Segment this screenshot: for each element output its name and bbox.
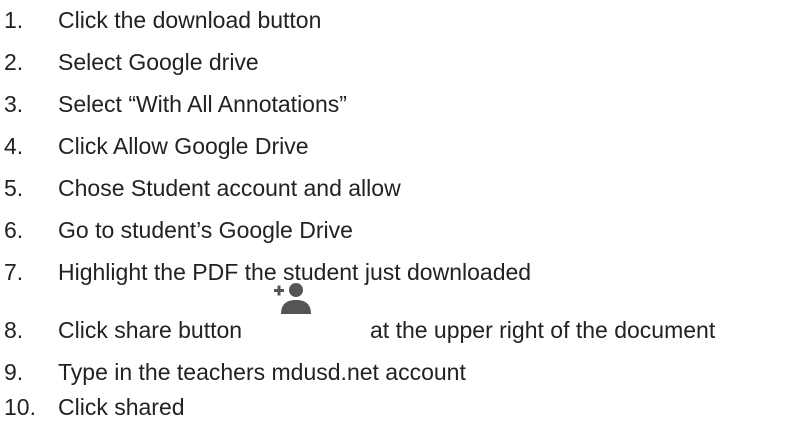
step-number: 4. [4, 133, 24, 159]
step-number: 6. [4, 217, 24, 243]
step-text: Chose Student account and allow [58, 175, 401, 201]
step-number: 8. [4, 317, 24, 343]
step-text-after-icon: at the upper right of the document [370, 317, 716, 343]
step-number: 9. [4, 359, 24, 385]
add-person-icon [272, 281, 312, 315]
step-number: 1. [4, 7, 24, 33]
step-number: 2. [4, 49, 24, 75]
step-text: Go to student’s Google Drive [58, 217, 353, 243]
step-text: Type in the teachers mdusd.net account [58, 359, 466, 385]
step-number: 10. [4, 394, 36, 420]
step-text: Select Google drive [58, 49, 259, 75]
step-number: 5. [4, 175, 24, 201]
step-number: 3. [4, 91, 24, 117]
step-text: Select “With All Annotations” [58, 91, 347, 117]
step-text: Click Allow Google Drive [58, 133, 309, 159]
step-text: Click shared [58, 394, 185, 420]
step-text: Click the download button [58, 7, 322, 33]
step-text: Click share button [58, 317, 243, 343]
step-number: 7. [4, 259, 24, 285]
